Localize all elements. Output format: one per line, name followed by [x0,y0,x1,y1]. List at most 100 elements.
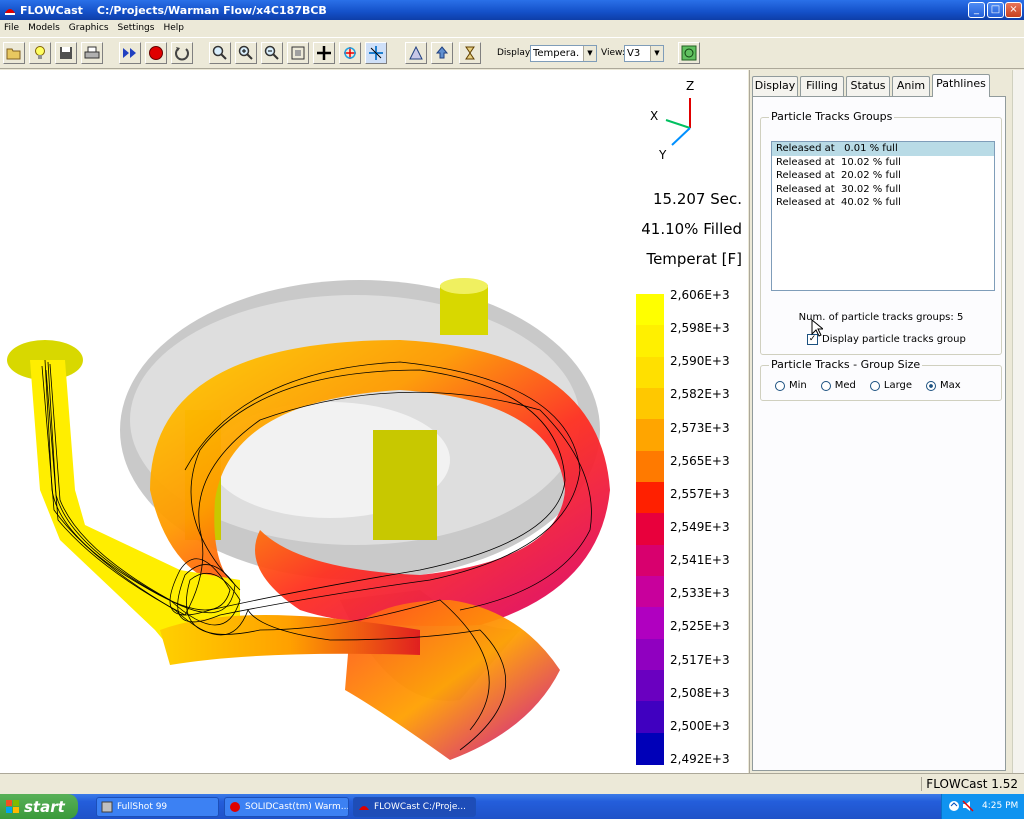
menu-settings[interactable]: Settings [118,23,155,33]
task-solidcast[interactable]: SOLIDCast(tm) Warm... [224,797,349,817]
menu-bar: File Models Graphics Settings Help [0,20,1024,36]
axes-view-button[interactable] [365,42,387,64]
volume-muted-icon[interactable] [962,800,974,812]
clock: 4:25 PM [982,801,1019,811]
rewind-icon [175,47,189,61]
track-groups-list[interactable]: Released at 0.01 % full Released at 10.0… [771,141,995,291]
display-tracks-option[interactable]: ✓ Display particle tracks group [807,334,966,345]
size-max-label: Max [940,380,961,391]
list-item[interactable]: Released at 30.02 % full [772,183,994,197]
upload-arrow-icon [435,46,449,59]
flowcast-app-icon [5,9,15,15]
mouse-cursor-icon [811,319,823,337]
export-button[interactable] [431,42,453,64]
help-icon [681,45,697,61]
zoom-out-button[interactable] [261,42,283,64]
start-button[interactable]: start [0,794,78,819]
legend-label: 2,541E+3 [670,553,730,568]
axis-z-label: Z [686,79,694,93]
size-radio-large[interactable]: Large [869,380,912,391]
fit-frame-icon [291,46,305,60]
menu-file[interactable]: File [4,23,19,33]
floppy-disk-icon [60,47,72,59]
zoom-out-icon [264,45,279,60]
stop-button[interactable] [145,42,167,64]
stop-icon [149,46,163,60]
chevron-down-icon: ▼ [650,46,663,61]
menu-models[interactable]: Models [28,23,60,33]
pathlines-tab-body: Particle Tracks Groups Released at 0.01 … [752,96,1006,771]
axis-triad [665,98,691,146]
close-button[interactable]: × [1005,2,1022,18]
mesh-button[interactable] [405,42,427,64]
legend-swatch [636,419,664,452]
tab-anim[interactable]: Anim [892,76,930,96]
legend-label: 2,606E+3 [670,288,730,302]
start-label: start [24,797,65,816]
display-select[interactable]: Tempera. ▼ [530,45,597,62]
vertical-scrollbar[interactable] [1012,70,1024,773]
legend-swatch [636,732,664,765]
legend-label: 2,508E+3 [670,685,730,700]
zoom-in-button[interactable] [235,42,257,64]
minimize-button[interactable]: _ [968,2,985,18]
display-select-value: Tempera. [533,48,580,59]
fill-percent: 41.10% Filled [641,220,742,238]
timer-button[interactable] [459,42,481,64]
legend-swatch [636,638,664,671]
view-select[interactable]: V3 ▼ [624,45,664,62]
view-select-value: V3 [627,48,641,59]
legend-label: 2,549E+3 [670,520,730,534]
zoom-button[interactable] [209,42,231,64]
version-text: FLOWCast 1.52 [921,777,1018,791]
tab-filling[interactable]: Filling [800,76,844,96]
legend-swatch [636,701,664,734]
list-item[interactable]: Released at 10.02 % full [772,156,994,170]
group-size-box: Particle Tracks - Group Size Min Med Lar… [760,358,1002,401]
menu-graphics[interactable]: Graphics [69,23,109,33]
size-radio-min[interactable]: Min [775,380,807,391]
axes-icon [369,46,383,60]
triangle-mesh-icon [409,45,423,60]
task-fullshot[interactable]: FullShot 99 [96,797,219,817]
task-flowcast[interactable]: FLOWCast C:/Proje... [353,797,476,817]
fast-forward-icon [123,48,136,58]
temperature-legend-bar [636,294,664,765]
axis-y-label: Y [658,148,667,162]
legend-label: 2,582E+3 [670,387,730,402]
legend-swatch [636,388,664,421]
list-item[interactable]: Released at 20.02 % full [772,169,994,183]
legend-swatch [636,670,664,703]
maximize-button[interactable]: □ [987,2,1004,18]
rotate-button[interactable] [339,42,361,64]
list-item[interactable]: Released at 40.02 % full [772,196,994,210]
tab-display[interactable]: Display [752,76,798,96]
tab-status[interactable]: Status [846,76,890,96]
windows-taskbar: start FullShot 99 SOLIDCast(tm) Warm... … [0,794,1024,819]
size-min-label: Min [789,380,807,391]
network-icon[interactable] [948,800,960,812]
display-tracks-label: Display particle tracks group [822,334,966,345]
track-groups-count: Num. of particle tracks groups: 5 [798,312,964,323]
tab-pathlines[interactable]: Pathlines [932,74,990,97]
menu-help[interactable]: Help [163,23,184,33]
legend-swatch [636,294,664,327]
open-button[interactable] [3,42,25,64]
tip-button[interactable] [29,42,51,64]
fit-view-button[interactable] [287,42,309,64]
size-radio-max[interactable]: Max [926,380,961,391]
legend-label: 2,557E+3 [670,486,730,501]
pan-button[interactable] [313,42,335,64]
legend-swatch [636,325,664,358]
save-button[interactable] [55,42,77,64]
help-button[interactable] [678,42,700,64]
legend-label: 2,598E+3 [670,321,730,336]
legend-swatch [636,513,664,546]
fast-forward-button[interactable] [119,42,141,64]
print-button[interactable] [81,42,103,64]
rewind-button[interactable] [171,42,193,64]
control-panel: Display Filling Status Anim Pathlines Pa… [749,70,1012,773]
size-radio-med[interactable]: Med [820,380,856,391]
quantity-label: Temperat [F] [646,250,742,268]
list-item[interactable]: Released at 0.01 % full [772,142,994,156]
